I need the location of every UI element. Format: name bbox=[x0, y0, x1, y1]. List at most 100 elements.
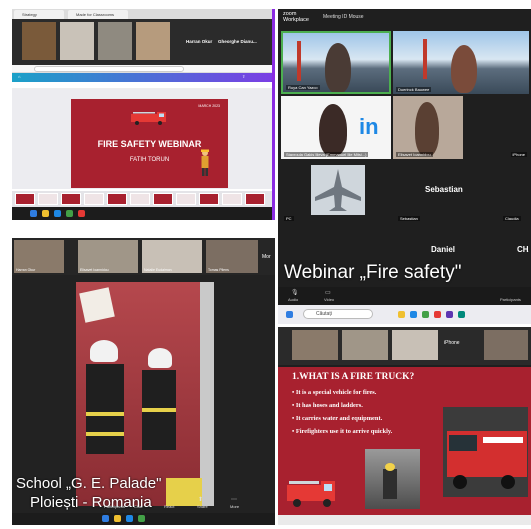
slide-thumbnail[interactable] bbox=[84, 193, 104, 205]
participant-name: Stavroula Gakis Ilieva (Emmanuel Ilie Mi… bbox=[284, 152, 369, 157]
main-video[interactable] bbox=[76, 282, 214, 506]
share-icon[interactable]: ⇪ bbox=[242, 74, 245, 79]
video-thumbnail[interactable] bbox=[392, 330, 438, 360]
taskbar-search[interactable]: Căutați bbox=[303, 309, 373, 319]
slide-thumbnail[interactable] bbox=[176, 193, 196, 205]
video-thumbnail[interactable] bbox=[484, 330, 528, 360]
video-thumbnail[interactable]: Tomas Pilens bbox=[206, 240, 258, 273]
participant-name: Tomas Pilens bbox=[208, 268, 229, 272]
video-thumbnail[interactable] bbox=[342, 330, 388, 360]
folder-icon[interactable] bbox=[114, 515, 121, 522]
app-icon[interactable] bbox=[434, 311, 441, 318]
participant-name-large: Daniel bbox=[431, 245, 456, 254]
participant-name: PC bbox=[284, 216, 294, 221]
folder-icon[interactable] bbox=[398, 311, 405, 318]
video-tile[interactable]: Elisavet Ioannidou bbox=[393, 96, 463, 159]
video-tile[interactable]: iPhone bbox=[465, 96, 529, 159]
browser-tab[interactable]: Strategy bbox=[14, 10, 64, 19]
sign-image bbox=[79, 287, 115, 323]
slide-thumbnail[interactable] bbox=[245, 193, 265, 205]
edge-icon[interactable] bbox=[126, 515, 133, 522]
video-thumbnail bbox=[98, 22, 132, 60]
canva-toolbar bbox=[12, 82, 272, 89]
video-thumbnail[interactable]: Natalie Eudaimon bbox=[142, 240, 202, 273]
slide-thumbnail[interactable] bbox=[222, 193, 242, 205]
windows-start-icon[interactable] bbox=[30, 210, 37, 217]
slide-thumbnail[interactable] bbox=[38, 193, 58, 205]
camera-icon[interactable]: ▭ bbox=[325, 289, 331, 296]
participant-strip: iPhone bbox=[278, 327, 531, 365]
video-tile[interactable]: PC bbox=[281, 161, 391, 223]
edge-icon[interactable] bbox=[54, 210, 61, 217]
participant-name: Claudia bbox=[503, 216, 521, 221]
fire-truck-photo bbox=[443, 407, 528, 497]
windows-taskbar bbox=[12, 207, 272, 220]
video-tile[interactable]: Ruya Can Yazıcı bbox=[281, 31, 391, 94]
slide-thumbnail[interactable] bbox=[61, 193, 81, 205]
video-tile[interactable]: in Stavroula Gakis Ilieva (Emmanuel Ilie… bbox=[281, 96, 391, 159]
app-icon[interactable] bbox=[458, 311, 465, 318]
url-field[interactable] bbox=[34, 66, 184, 72]
chrome-icon[interactable] bbox=[138, 515, 145, 522]
chrome-icon[interactable] bbox=[422, 311, 429, 318]
react-button[interactable]: React bbox=[164, 504, 174, 509]
jet-image-icon bbox=[311, 165, 365, 215]
participant-name: Mor bbox=[262, 254, 271, 260]
webinar-caption: Webinar „Fire safety" bbox=[284, 262, 462, 283]
firefighter-icon bbox=[201, 149, 209, 176]
video-thumbnail[interactable]: Mor bbox=[260, 240, 275, 273]
slide-canvas[interactable]: MARCH 2023 FIRE SAFETY WEBINAR FATIH TOR… bbox=[71, 99, 228, 188]
video-thumbnail[interactable] bbox=[292, 330, 338, 360]
participants-button[interactable]: Participants bbox=[500, 297, 521, 302]
video-thumbnail[interactable]: iPhone bbox=[442, 330, 478, 360]
video-thumbnail[interactable]: Elisavet Ioannidou bbox=[78, 240, 138, 273]
microphone-icon[interactable]: 🎙 bbox=[291, 289, 299, 296]
video-thumbnail[interactable]: Harran Okur bbox=[14, 240, 64, 273]
windows-start-icon[interactable] bbox=[102, 515, 109, 522]
video-tile[interactable]: Duerinck Bauwee bbox=[393, 31, 529, 94]
slide-thumbnail[interactable] bbox=[130, 193, 150, 205]
zoom-speaker-screenshot: Harran Okur Elisavet Ioannidou Natalie E… bbox=[12, 238, 275, 525]
video-tile[interactable]: Sebastian Sebastian Claudia bbox=[393, 161, 529, 223]
folder-icon[interactable] bbox=[42, 210, 49, 217]
participant-name: Duerinck Bauwee bbox=[396, 87, 432, 92]
windows-start-icon[interactable] bbox=[286, 311, 293, 318]
zoom-gallery-screenshot: zoom Workplace Meeting ID Mouse Ruya Can … bbox=[278, 9, 531, 324]
participants-button[interactable]: Participants bbox=[104, 504, 125, 509]
slide-thumbnail[interactable] bbox=[15, 193, 35, 205]
slide-footer bbox=[278, 515, 531, 525]
app-icon[interactable] bbox=[446, 311, 453, 318]
audio-button[interactable]: Audio bbox=[288, 297, 298, 302]
slide-thumbnail[interactable] bbox=[199, 193, 219, 205]
zoom-controls: Participants Chat React Share ⬆ More ⋯ bbox=[12, 496, 275, 512]
slide-bullet: It has hoses and ladders. bbox=[292, 402, 363, 409]
home-icon[interactable]: ⌂ bbox=[18, 74, 20, 79]
participant-name: iPhone bbox=[510, 152, 527, 157]
zoom-controls: Audio 🎙 Video ▭ Participants bbox=[278, 287, 531, 305]
chrome-icon[interactable] bbox=[66, 210, 73, 217]
participant-name: Elisavet Ioannidou bbox=[396, 152, 433, 157]
edge-icon[interactable] bbox=[410, 311, 417, 318]
browser-tab[interactable]: Made for Classrooms bbox=[68, 10, 128, 19]
slide-thumbnail[interactable] bbox=[153, 193, 173, 205]
video-thumbnail bbox=[60, 22, 94, 60]
canva-editor-screenshot: Strategy Made for Classrooms Harran Okur… bbox=[12, 9, 275, 220]
app-icon[interactable] bbox=[78, 210, 85, 217]
slide-thumbnail[interactable] bbox=[107, 193, 127, 205]
share-icon[interactable]: ⬆ bbox=[198, 496, 203, 503]
slide-title: FIRE SAFETY WEBINAR bbox=[97, 139, 202, 149]
video-thumbnail bbox=[136, 22, 170, 60]
chat-button[interactable]: Chat bbox=[134, 504, 142, 509]
ladder-image bbox=[200, 282, 214, 506]
more-icon[interactable]: ⋯ bbox=[231, 496, 237, 503]
zoom-brand: zoom Workplace bbox=[283, 11, 309, 23]
more-button[interactable]: More bbox=[230, 504, 239, 509]
slide-thumbnails bbox=[12, 191, 272, 207]
video-button[interactable]: Video bbox=[324, 297, 334, 302]
participant-name: Ruya Can Yazıcı bbox=[286, 85, 320, 90]
share-button[interactable]: Share bbox=[197, 504, 208, 509]
participant-name: Sebastian bbox=[398, 216, 420, 221]
participant-name: Harran Okur bbox=[186, 39, 213, 44]
participant-name: iPhone bbox=[444, 340, 460, 346]
slide-bullet: It carries water and equipment. bbox=[292, 415, 382, 422]
